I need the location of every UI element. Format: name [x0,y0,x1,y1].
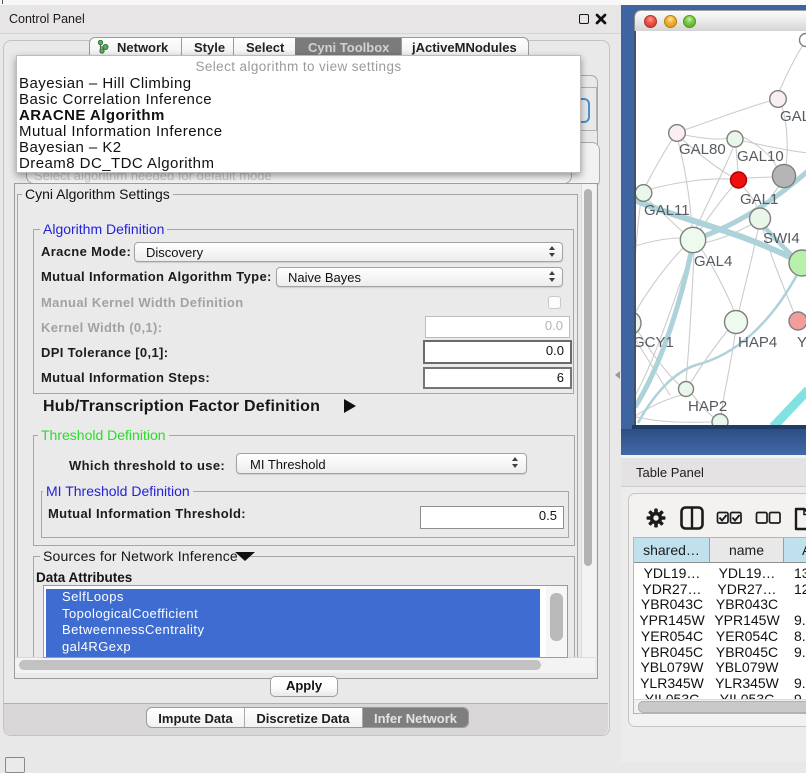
svg-text:HAP4: HAP4 [738,334,777,351]
svg-text:GAL1: GAL1 [740,191,778,208]
svg-text:HAP2: HAP2 [688,398,727,415]
svg-text:GAL10: GAL10 [737,148,784,165]
svg-text:GAL4: GAL4 [694,253,732,270]
svg-text:SWI4: SWI4 [763,230,800,247]
svg-text:Y: Y [797,334,806,351]
svg-text:GAL80: GAL80 [679,141,726,158]
svg-text:GAL: GAL [780,108,806,125]
svg-text:GAL11: GAL11 [644,202,690,219]
svg-text:GCY1: GCY1 [636,334,674,351]
